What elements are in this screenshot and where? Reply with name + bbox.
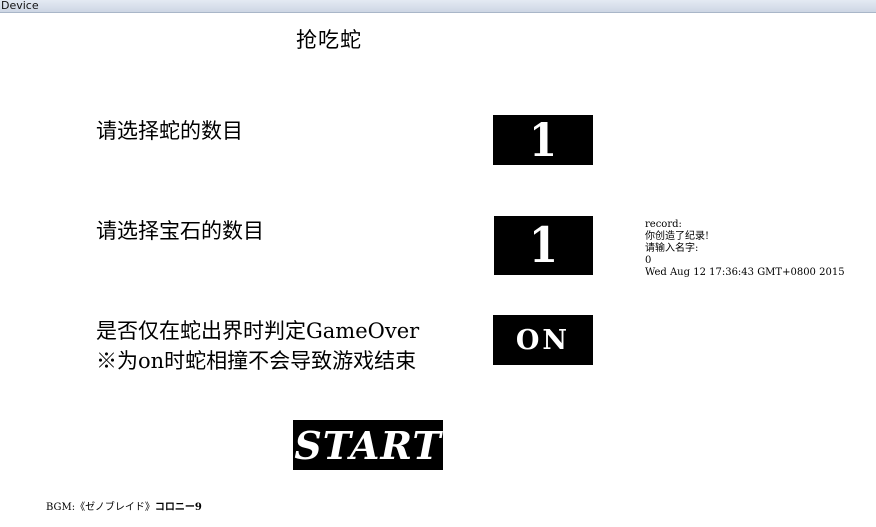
start-label: START (294, 422, 442, 468)
window-title-bar: Device (0, 0, 876, 13)
gem-count-value: 1 (528, 217, 559, 274)
gem-count-label: 请选择宝石的数目 (96, 219, 264, 243)
snake-count-value: 1 (529, 112, 557, 168)
bgm-prefix: BGM:《ゼノブレイド》 (46, 502, 155, 513)
gameover-option-note: ※为on时蛇相撞不会导致游戏结束 (96, 349, 417, 373)
gameover-toggle-value: ON (515, 324, 571, 356)
record-score: 0 (645, 255, 652, 266)
bgm-track: コロニー9 (154, 502, 202, 513)
record-heading: record: (645, 219, 682, 230)
start-button[interactable]: START (293, 420, 443, 470)
snake-count-button[interactable]: 1 (493, 112, 593, 168)
record-name-prompt: 请输入名字: (645, 243, 699, 254)
gameover-option-label: 是否仅在蛇出界时判定GameOver (96, 319, 420, 343)
record-panel: record: 你创造了纪录! 请输入名字: 0 Wed Aug 12 17:3… (645, 219, 845, 279)
game-title: 抢吃蛇 (296, 28, 362, 52)
bgm-credit: BGM:《ゼノブレイド》コロニー9 (46, 498, 202, 513)
gem-count-button[interactable]: 1 (494, 216, 593, 275)
record-timestamp: Wed Aug 12 17:36:43 GMT+0800 2015 (645, 267, 845, 278)
snake-count-label: 请选择蛇的数目 (96, 119, 243, 143)
window-title: Device (1, 0, 39, 12)
gameover-toggle-button[interactable]: ON (493, 315, 593, 365)
record-message: 你创造了纪录! (645, 231, 710, 242)
